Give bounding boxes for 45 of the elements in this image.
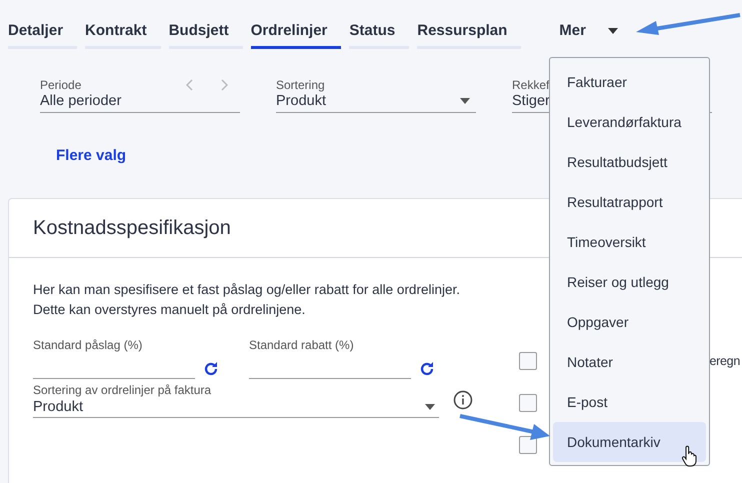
menu-item[interactable]: Dokumentarkiv (553, 422, 706, 462)
field-label: Standard rabatt (%) (249, 338, 355, 352)
field-value: Produkt (276, 93, 326, 109)
checkbox[interactable] (519, 352, 537, 370)
more-tab[interactable]: Mer (559, 22, 618, 49)
next-icon[interactable] (220, 79, 228, 91)
tab[interactable]: Ordrelinjer (250, 22, 342, 49)
menu-item[interactable]: Resultatbudsjett (553, 142, 706, 182)
menu-item[interactable]: Leverandørfaktura (553, 102, 706, 142)
sort-select[interactable]: Sortering av ordrelinjer på faktura Produkt (33, 381, 440, 418)
checkbox-label: eregn (710, 354, 740, 368)
field-label: Rekkef (512, 78, 550, 92)
more-options-link[interactable]: Flere valg (56, 147, 126, 164)
field-label: Standard påslag (%) (33, 338, 144, 352)
menu-item[interactable]: Timeoversikt (553, 222, 706, 262)
menu-item[interactable]: Reiser og utlegg (553, 262, 706, 302)
tab[interactable]: Status (349, 22, 410, 49)
checkbox[interactable] (519, 394, 537, 412)
refresh-icon[interactable] (203, 360, 219, 376)
menu-item[interactable]: Oppgaver (553, 302, 706, 342)
tab[interactable]: Budsjett (168, 22, 243, 49)
field-value: Alle perioder (40, 93, 122, 109)
info-icon[interactable] (453, 390, 473, 410)
menu-item[interactable]: Notater (553, 342, 706, 382)
caret-icon (608, 28, 618, 34)
tab[interactable]: Detaljer (8, 22, 78, 49)
caret-icon (425, 404, 436, 410)
menu-item[interactable]: Fakturaer (553, 62, 706, 102)
caret-icon (460, 98, 470, 104)
field-value: Produkt (33, 399, 83, 415)
tab[interactable]: Ressursplan (417, 22, 522, 49)
refresh-icon[interactable] (419, 360, 435, 376)
menu-item[interactable]: E-post (553, 382, 706, 422)
filter-field[interactable]: Periode Alle perioder (40, 77, 240, 113)
filter-field[interactable]: Sortering Produkt (276, 77, 476, 113)
card-title: Kostnadsspesifikasjon (33, 216, 231, 240)
field-label: Sortering av ordrelinjer på faktura (33, 383, 212, 397)
menu-item[interactable]: Resultatrapport (553, 182, 706, 222)
field-label: Sortering (276, 78, 325, 92)
field-label: Periode (40, 78, 82, 92)
field-value: Stiger (512, 93, 550, 109)
tab[interactable]: Kontrakt (85, 22, 161, 49)
description-text: Her kan man spesifisere et fast påslag og/eller rabatt for alle ordrelinjer. Dette kan overstyres manuelt på ordrelinjene. (33, 281, 461, 319)
previous-icon[interactable] (186, 79, 194, 91)
checkbox[interactable] (519, 436, 537, 454)
